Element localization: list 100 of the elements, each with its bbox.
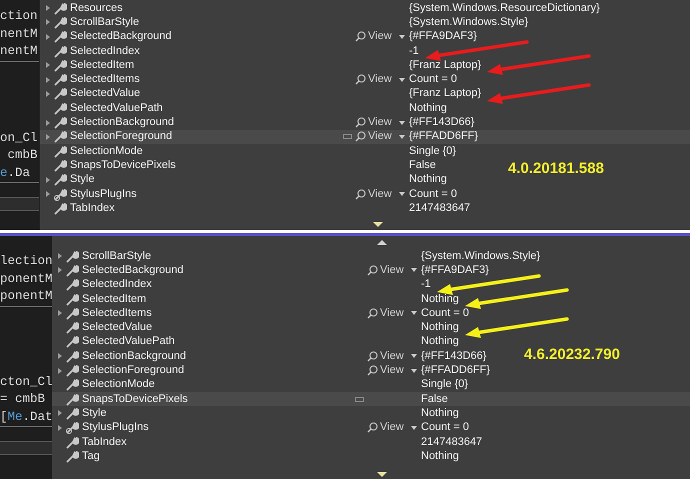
wrench-icon	[54, 58, 67, 72]
code-line: nentM	[0, 26, 39, 42]
expand-arrow-icon[interactable]	[46, 176, 50, 183]
property-row[interactable]: SelectedItem Nothing	[52, 292, 459, 306]
code-line: on_Cl	[0, 130, 39, 146]
property-row[interactable]: Resources {System.Windows.ResourceDictionary}	[40, 1, 600, 16]
expand-arrow-icon[interactable]	[46, 19, 50, 26]
wrench-icon	[54, 173, 67, 186]
property-row[interactable]: SelectionMode Single {0}	[52, 378, 468, 392]
pin-icon[interactable]	[355, 396, 364, 402]
expand-arrow-icon[interactable]	[46, 90, 50, 97]
view-button[interactable]: View	[367, 308, 417, 319]
wrench-icon	[66, 392, 79, 406]
wrench-icon	[54, 130, 67, 144]
property-row[interactable]: Style Nothing	[52, 406, 459, 421]
view-button[interactable]: View	[355, 74, 405, 86]
property-value: {Franz Laptop}	[409, 60, 482, 71]
expand-arrow-icon[interactable]	[46, 76, 50, 83]
wrench-icon	[54, 116, 67, 130]
version-label: 4.0.20181.588	[508, 159, 604, 179]
property-row[interactable]: SelectedItems View Count = 0	[52, 306, 470, 320]
view-button[interactable]: View	[367, 365, 417, 376]
property-value: Nothing	[409, 174, 447, 186]
wrench-icon	[66, 378, 79, 392]
property-row[interactable]: SelectedValuePath Nothing	[40, 101, 447, 116]
property-row[interactable]: SelectedItem {Franz Laptop}	[40, 58, 482, 72]
property-row[interactable]: Tag Nothing	[52, 449, 459, 464]
property-name: SelectedItem	[82, 294, 146, 305]
view-button[interactable]: View	[355, 131, 405, 142]
expand-arrow-icon[interactable]	[46, 134, 50, 140]
wrench-icon	[66, 350, 79, 363]
view-button[interactable]: View	[367, 264, 417, 276]
property-row[interactable]: SelectionBackground View {#FF143D66}	[40, 115, 474, 130]
view-button[interactable]: View	[355, 31, 405, 42]
property-row[interactable]: SelectedValuePath Nothing	[52, 334, 459, 350]
editor-strip	[0, 441, 52, 455]
property-value: Nothing	[409, 102, 447, 114]
wrench-icon	[66, 250, 79, 263]
expand-arrow-icon[interactable]	[46, 5, 50, 12]
property-row[interactable]: StylusPlugIns View Count = 0	[40, 186, 458, 202]
view-button[interactable]: View	[355, 117, 405, 128]
expand-arrow-icon[interactable]	[58, 267, 62, 274]
view-button[interactable]: View	[355, 188, 405, 200]
view-button[interactable]: View	[367, 350, 417, 362]
expand-arrow-icon[interactable]	[46, 191, 50, 197]
property-name: SelectedItems	[82, 308, 152, 319]
property-name: SelectionBackground	[70, 117, 174, 128]
expand-arrow-icon[interactable]	[58, 410, 62, 416]
property-row[interactable]: SelectedIndex -1	[40, 44, 419, 58]
property-row[interactable]: SnapsToDevicePixels False	[40, 158, 436, 173]
property-row[interactable]: ScrollBarStyle {System.Windows.Style}	[40, 15, 528, 30]
expand-arrow-icon[interactable]	[58, 424, 62, 431]
expand-arrow-icon[interactable]	[58, 353, 62, 360]
view-button[interactable]: View	[367, 422, 417, 434]
property-name: SelectionBackground	[82, 350, 186, 362]
property-name: SelectionMode	[82, 379, 155, 390]
property-name: SelectedIndex	[70, 46, 140, 57]
property-row[interactable]: SelectedBackground View {#FFA9DAF3}	[52, 263, 489, 278]
expand-arrow-icon[interactable]	[46, 120, 50, 126]
property-row[interactable]: StylusPlugIns View Count = 0	[52, 420, 470, 435]
wrench-icon	[54, 202, 67, 215]
property-row[interactable]: SelectedValue Nothing	[52, 320, 459, 335]
property-row[interactable]: SelectionForeground View {#FFADD6FF}	[52, 363, 490, 378]
property-name: SelectedItem	[70, 60, 134, 71]
property-name: SnapsToDevicePixels	[82, 394, 188, 405]
property-name: ScrollBarStyle	[82, 250, 152, 262]
wrench-icon	[54, 30, 67, 44]
property-name: SelectedBackground	[70, 31, 172, 42]
property-row[interactable]: SelectedItems View Count = 0	[40, 72, 458, 87]
search-icon	[355, 117, 366, 128]
property-value: Count = 0	[409, 188, 458, 200]
expand-arrow-icon[interactable]	[58, 253, 62, 260]
property-row[interactable]: SelectionMode Single {0}	[40, 144, 456, 158]
code-line: [Me.Dat	[0, 408, 52, 426]
plugin-wrench-icon	[66, 421, 79, 434]
property-row[interactable]: SelectionForeground View {#FFADD6FF}	[40, 130, 690, 144]
property-row[interactable]: Style Nothing	[40, 172, 447, 187]
property-row[interactable]: TabIndex 2147483647	[52, 434, 482, 450]
pin-icon[interactable]	[342, 134, 352, 140]
expand-arrow-icon[interactable]	[58, 368, 62, 374]
scroll-up-icon[interactable]	[377, 240, 387, 245]
property-row[interactable]: SelectedValue {Franz Laptop}	[40, 86, 482, 102]
property-row[interactable]: SnapsToDevicePixels False	[52, 392, 690, 406]
property-row[interactable]: TabIndex 2147483647	[40, 201, 470, 216]
caret-icon	[410, 368, 417, 373]
property-value: -1	[409, 46, 419, 57]
wrench-icon	[54, 87, 67, 100]
property-row[interactable]: ScrollBarStyle {System.Windows.Style}	[52, 249, 540, 264]
caret-icon	[410, 268, 417, 272]
expand-arrow-icon[interactable]	[58, 310, 62, 316]
version-label: 4.6.20232.790	[524, 345, 620, 365]
property-row[interactable]: SelectionBackground View {#FF143D66}	[52, 349, 486, 364]
expand-arrow-icon[interactable]	[46, 34, 50, 40]
caret-icon	[398, 134, 405, 139]
scroll-down-icon[interactable]	[377, 472, 387, 477]
property-row[interactable]: SelectedIndex -1	[52, 278, 431, 292]
caret-icon	[398, 192, 405, 196]
caret-icon	[398, 120, 405, 125]
property-row[interactable]: SelectedBackground View {#FFA9DAF3}	[40, 30, 477, 44]
expand-arrow-icon[interactable]	[46, 62, 50, 68]
